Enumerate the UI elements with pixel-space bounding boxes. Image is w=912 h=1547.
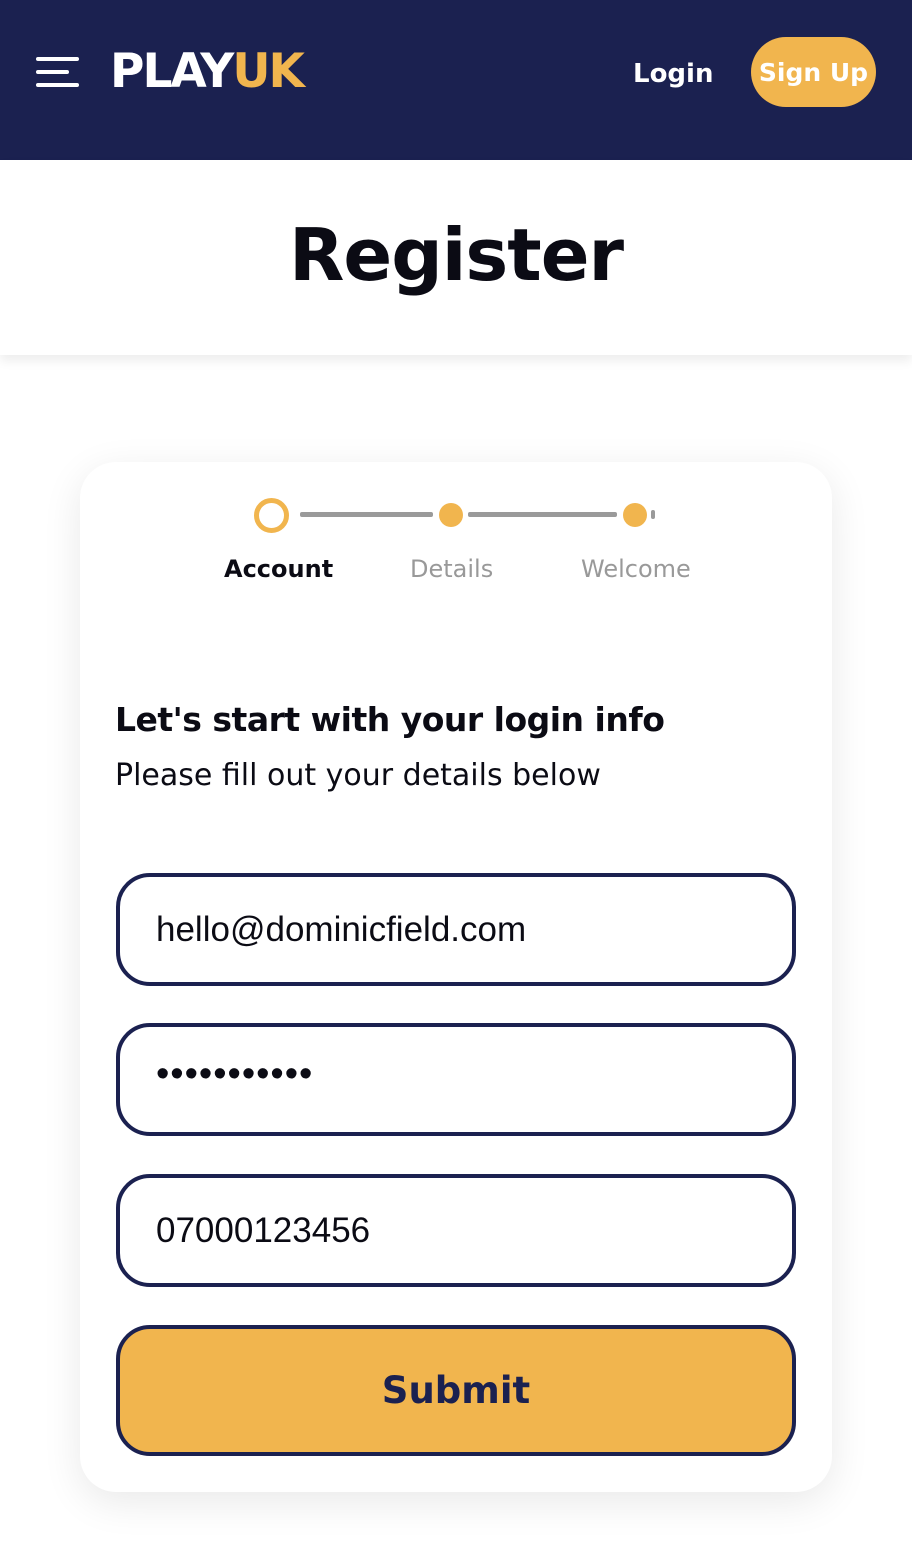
hamburger-menu-icon[interactable] bbox=[36, 55, 80, 89]
phone-input[interactable] bbox=[156, 1210, 792, 1251]
page-title: Register bbox=[288, 212, 624, 297]
password-field[interactable]: ••••••••••• bbox=[116, 1023, 796, 1136]
submit-button[interactable]: Submit bbox=[116, 1325, 796, 1456]
step-indicator-account bbox=[254, 498, 289, 533]
step-indicator-details bbox=[439, 503, 463, 527]
logo-text-play: PLAY bbox=[110, 44, 234, 99]
step-label-welcome: Welcome bbox=[581, 555, 691, 583]
form-subheading: Please fill out your details below bbox=[115, 758, 601, 793]
step-indicator-welcome bbox=[623, 503, 647, 527]
sign-up-button[interactable]: Sign Up bbox=[751, 37, 876, 107]
logo-text-uk: UK bbox=[232, 44, 305, 99]
email-field[interactable] bbox=[116, 873, 796, 986]
step-label-account: Account bbox=[224, 555, 334, 583]
email-input[interactable] bbox=[156, 909, 792, 950]
step-connector bbox=[651, 510, 655, 519]
password-input[interactable]: ••••••••••• bbox=[156, 1053, 313, 1096]
step-connector bbox=[468, 512, 617, 517]
login-link[interactable]: Login bbox=[633, 56, 713, 92]
menu-line bbox=[36, 57, 79, 61]
top-navigation-bar: PLAYUK Login Sign Up bbox=[0, 0, 912, 160]
page-title-band: Register bbox=[0, 160, 912, 355]
step-connector bbox=[300, 512, 433, 517]
phone-field[interactable] bbox=[116, 1174, 796, 1287]
menu-line bbox=[36, 83, 79, 87]
menu-line bbox=[36, 70, 69, 74]
playuk-logo[interactable]: PLAYUK bbox=[110, 44, 305, 100]
step-label-details: Details bbox=[410, 555, 494, 583]
form-heading: Let's start with your login info bbox=[115, 700, 665, 739]
